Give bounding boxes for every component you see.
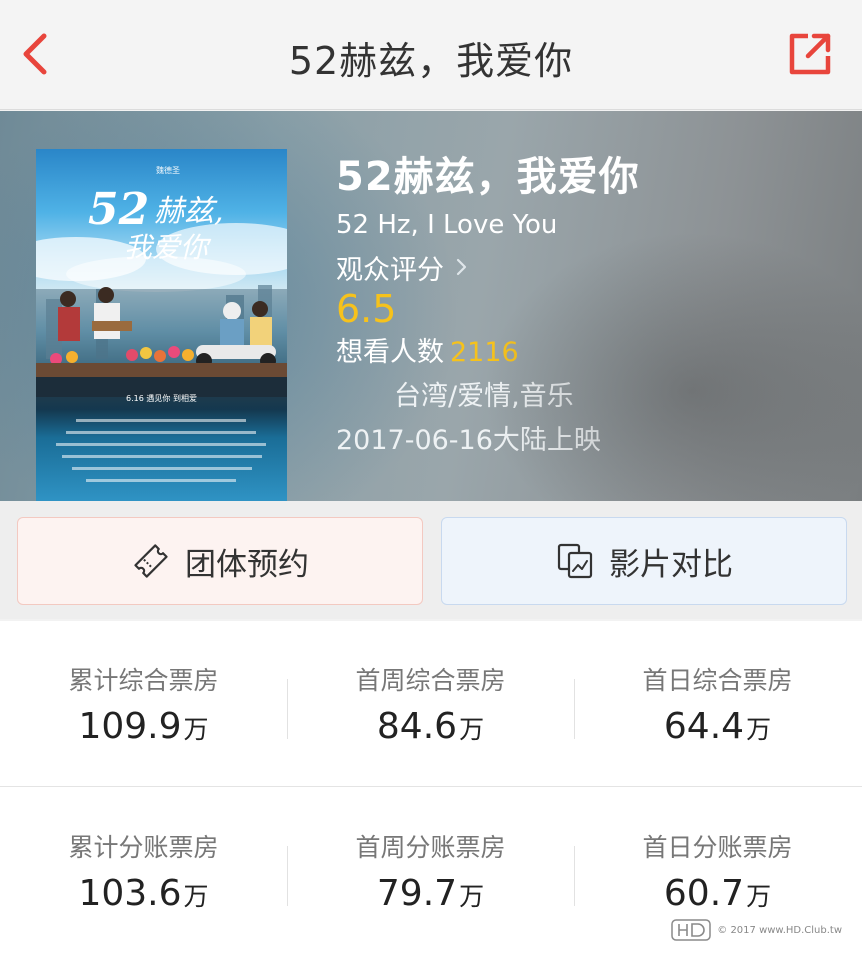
poster-date-line: 6.16 遇见你 到相爱 — [126, 393, 197, 403]
stat-label: 首日分账票房 — [642, 833, 793, 862]
watermark-text: © 2017 www.HD.Club.tw — [717, 924, 842, 936]
stat-unit: 万 — [183, 882, 209, 911]
ticket-icon — [131, 541, 171, 581]
stat-number: 109.9 — [78, 706, 182, 747]
release-date: 2017-06-16大陆上映 — [336, 425, 601, 456]
svg-text:魏德圣: 魏德圣 — [156, 165, 180, 175]
page-title: 52赫兹，我爱你 — [288, 39, 574, 83]
svg-text:52: 52 — [88, 184, 149, 235]
action-bar: 团体预约 影片对比 — [0, 501, 862, 619]
stat-unit: 万 — [746, 715, 772, 744]
stat-label: 首周综合票房 — [355, 666, 506, 695]
stat-first-week-composite: 首周综合票房 84.6万 — [287, 621, 574, 787]
rating-label: 观众评分 — [336, 254, 444, 286]
stat-number: 60.7 — [663, 873, 745, 914]
stat-first-day-composite: 首日综合票房 64.4万 — [574, 621, 861, 787]
stat-unit: 万 — [183, 715, 209, 744]
stat-first-week-split: 首周分账票房 79.7万 — [287, 788, 574, 954]
stat-label: 累计综合票房 — [68, 666, 219, 695]
movie-info: 52赫兹，我爱你 52 Hz, I Love You 观众评分 6.5 想看人数… — [336, 151, 836, 459]
stat-label: 累计分账票房 — [68, 833, 219, 862]
poster-title-line1: 赫兹, — [154, 194, 224, 229]
box-office-panel: 累计综合票房 109.9万 首周综合票房 84.6万 首日综合票房 64.4万 … — [0, 621, 862, 959]
want-to-see: 想看人数 2116 — [336, 335, 836, 371]
stat-label: 首日综合票房 — [642, 666, 793, 695]
share-icon — [789, 33, 831, 75]
stat-cumulative-composite: 累计综合票房 109.9万 — [0, 621, 287, 787]
share-button[interactable] — [786, 30, 834, 78]
stat-cumulative-split: 累计分账票房 103.6万 — [0, 788, 287, 954]
poster-title-line2: 我爱你 — [124, 231, 212, 264]
compare-icon — [555, 541, 595, 581]
poster-artwork: 魏德圣 52 赫兹, 我爱你 6.16 遇见你 到相爱 — [36, 165, 287, 482]
movie-compare-button[interactable]: 影片对比 — [441, 517, 847, 605]
movie-english-title: 52 Hz, I Love You — [336, 210, 558, 240]
stat-number: 84.6 — [376, 706, 458, 747]
hdclub-logo-icon — [671, 919, 712, 941]
movie-genre: 台湾/爱情,音乐 — [394, 381, 574, 412]
want-label: 想看人数 — [336, 337, 444, 368]
stat-value: 64.4万 — [574, 705, 861, 752]
movie-compare-label: 影片对比 — [609, 546, 733, 583]
stat-value: 109.9万 — [0, 705, 287, 752]
movie-title: 52赫兹，我爱你 — [336, 154, 640, 200]
stat-value: 60.7万 — [574, 872, 861, 919]
want-count: 2116 — [450, 337, 519, 368]
audience-rating-link[interactable]: 观众评分 — [336, 249, 836, 286]
stat-unit: 万 — [459, 882, 485, 911]
stat-unit: 万 — [746, 882, 772, 911]
nav-bar: 52赫兹，我爱你 — [0, 0, 862, 110]
watermark: © 2017 www.HD.Club.tw — [671, 919, 842, 941]
movie-poster[interactable]: 魏德圣 52 赫兹, 我爱你 6.16 遇见你 到相爱 — [36, 149, 287, 501]
chevron-right-icon — [456, 258, 467, 276]
movie-header: 魏德圣 52 赫兹, 我爱你 6.16 遇见你 到相爱 52赫兹，我爱你 52 … — [0, 111, 862, 501]
stat-value: 103.6万 — [0, 872, 287, 919]
stat-number: 79.7 — [376, 873, 458, 914]
stat-value: 84.6万 — [287, 705, 574, 752]
group-booking-button[interactable]: 团体预约 — [17, 517, 423, 605]
rating-score: 6.5 — [336, 287, 397, 331]
stat-unit: 万 — [459, 715, 485, 744]
stat-value: 79.7万 — [287, 872, 574, 919]
stat-label: 首周分账票房 — [355, 833, 506, 862]
box-office-row-composite: 累计综合票房 109.9万 首周综合票房 84.6万 首日综合票房 64.4万 — [0, 621, 862, 787]
group-booking-label: 团体预约 — [185, 546, 309, 583]
stat-number: 103.6 — [78, 873, 182, 914]
stat-number: 64.4 — [663, 706, 745, 747]
